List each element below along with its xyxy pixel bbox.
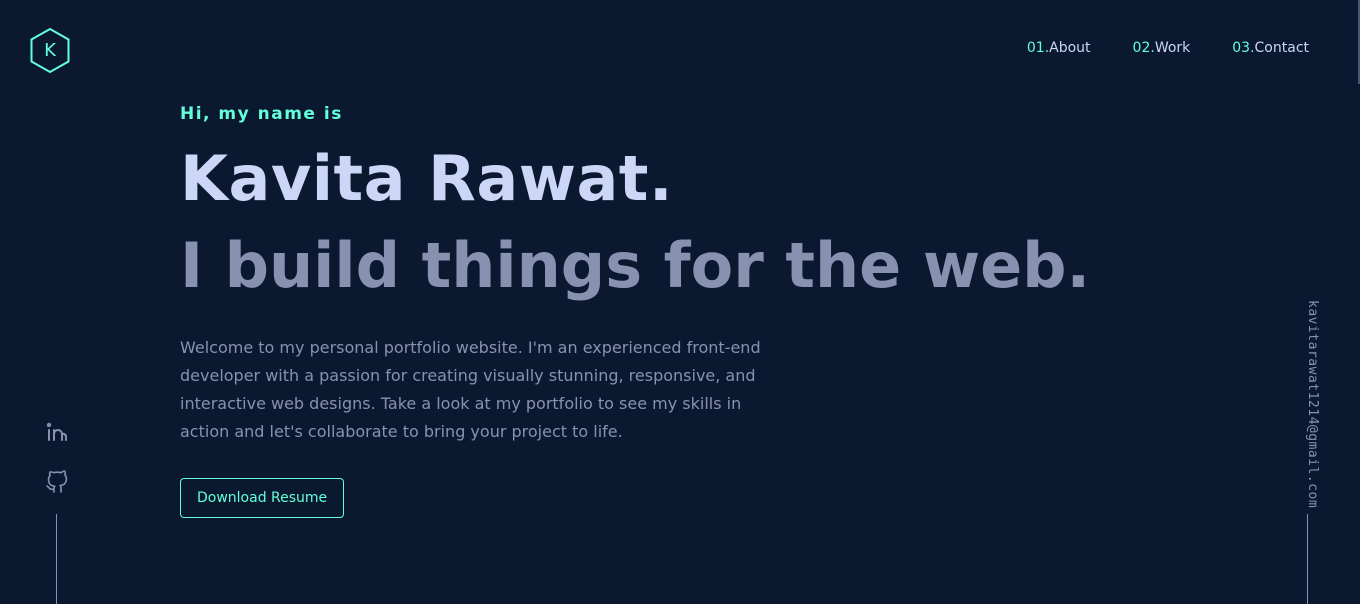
- linkedin-link[interactable]: [45, 420, 69, 470]
- social-divider-line: [56, 514, 57, 604]
- github-link[interactable]: [45, 470, 69, 520]
- nav-work-link[interactable]: 02. Work: [1133, 40, 1191, 56]
- nav-item-label: About: [1049, 40, 1091, 56]
- nav-item-number: 02.: [1132, 40, 1155, 56]
- nav-item-number: 03.: [1232, 40, 1255, 56]
- nav-about-link[interactable]: 01. About: [1027, 40, 1091, 56]
- main-nav: 01. About 02. Work 03. Contact: [1027, 40, 1309, 56]
- hero-intro: Welcome to my personal portfolio website…: [180, 338, 761, 441]
- nav-contact-link[interactable]: 03. Contact: [1232, 40, 1309, 56]
- logo-letter: K: [44, 40, 56, 61]
- download-resume-button[interactable]: Download Resume: [180, 478, 345, 518]
- nav-item-label: Contact: [1254, 40, 1309, 56]
- email-divider-line: [1307, 514, 1308, 604]
- hero-greeting: Hi, my name is: [180, 104, 343, 124]
- hero-name: Kavita Rawat.: [180, 142, 673, 215]
- linkedin-icon: [46, 422, 67, 441]
- hero-section: Hi, my name is Kavita Rawat. I build thi…: [180, 100, 1091, 518]
- logo-link[interactable]: K: [29, 27, 71, 74]
- github-icon: [46, 470, 68, 493]
- email-link[interactable]: kavitarawat1214@gmail.com: [1296, 300, 1320, 508]
- social-links: [44, 420, 70, 520]
- portfolio-page: K 01. About 02. Work 03. Contact Hi, my …: [0, 0, 1360, 604]
- nav-item-number: 01.: [1026, 40, 1050, 56]
- nav-item-label: Work: [1154, 40, 1191, 56]
- hero-tagline: I build things for the web.: [180, 229, 1091, 302]
